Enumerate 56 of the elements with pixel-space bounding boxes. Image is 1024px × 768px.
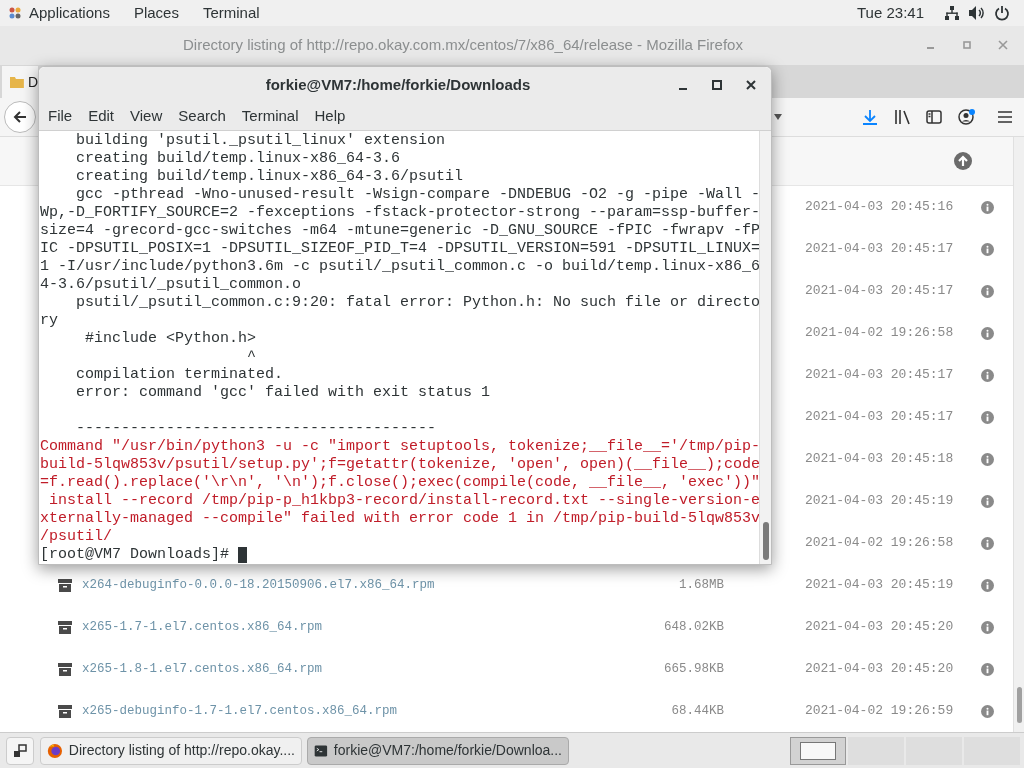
terminal-line: compilation terminated.	[75, 366, 284, 383]
menu-item[interactable]: File	[40, 105, 81, 128]
file-date: 2021-04-02 19:26:58	[805, 324, 955, 343]
file-date: 2021-04-02 19:26:59	[805, 702, 955, 721]
browser-tab[interactable]: D	[2, 66, 38, 99]
file-size: 1.68MB	[679, 576, 724, 594]
menu-item[interactable]: Terminal	[233, 105, 307, 128]
file-date: 2021-04-03 20:45:17	[805, 240, 955, 259]
menu-item[interactable]: Edit	[80, 105, 123, 128]
terminal-line: Wp,-D_FORTIFY_SOURCE=2 -fexceptions -fstack-protector-strong --param=ssp-buffer-	[40, 204, 759, 221]
menu-item[interactable]: Search	[170, 105, 234, 128]
shell-prompt: [root@VM7 Downloads]#	[40, 546, 230, 564]
taskbar-button[interactable]: Directory listing of http://repo.okay....	[40, 736, 302, 765]
window-title: Directory listing of http://repo.okay.com.mx/centos/7/x86_64/release - Mozilla Firefox	[182, 35, 744, 56]
file-date: 2021-04-03 20:45:17	[805, 408, 955, 427]
terminal-line: ----------------------------------------	[75, 420, 437, 437]
terminal-line: xternally-managed --compile" failed with error code 1 in /tmp/pip-build-5lqw853v	[40, 510, 759, 527]
terminal-line: 1 -I/usr/include/python3.6m -c psutil/_psutil_common.c -o build/temp.linux-x86_6	[40, 258, 759, 275]
file-date: 2021-04-02 19:26:58	[805, 534, 955, 553]
top-menu[interactable]: Applications	[29, 1, 110, 25]
terminal-line: ry	[40, 312, 58, 329]
terminal-line: 4-3.6/psutil/_psutil_common.o	[40, 276, 302, 293]
top-menu[interactable]: Places	[133, 1, 179, 25]
terminal-line: /psutil/	[40, 528, 112, 545]
file-date: 2021-04-03 20:45:17	[805, 366, 955, 385]
terminal-line: creating build/temp.linux-x86_64-3.6/psutil	[75, 168, 464, 185]
terminal-line: creating build/temp.linux-x86_64-3.6	[75, 150, 401, 167]
terminal-line: IC -DPSUTIL_POSIX=1 -DPSUTIL_SIZEOF_PID_T=4 -DPSUTIL_VERSION=591 -DPSUTIL_LINUX=	[40, 240, 759, 257]
file-date: 2021-04-03 20:45:20	[805, 618, 955, 637]
terminal-line: install --record /tmp/pip-p_h1kbp3-record/install-record.txt --single-version-e	[48, 492, 759, 509]
window-title: forkie@VM7:/home/forkie/Downloads	[264, 74, 532, 95]
terminal-line: Command "/usr/bin/python3 -u -c "import setuptools, tokenize;__file__='/tmp/pip-	[40, 438, 759, 455]
terminal-line: error: command 'gcc' failed with exit status 1	[75, 384, 491, 401]
clock[interactable]: Tue 23:41	[857, 1, 924, 25]
terminal-line: #include <Python.h>	[84, 330, 257, 347]
file-date: 2021-04-03 20:45:19	[805, 576, 955, 595]
top-menu[interactable]: Terminal	[202, 1, 260, 25]
terminal-line: build-5lqw853v/psutil/setup.py';f=getattr(tokenize, 'open', open)(__file__);code	[40, 456, 759, 473]
terminal-line: psutil/_psutil_common.c:9:20: fatal error: Python.h: No such file or directo	[75, 294, 759, 311]
file-date: 2021-04-03 20:45:19	[805, 492, 955, 511]
file-size: 68.44KB	[671, 702, 724, 720]
terminal-line: gcc -pthread -Wno-unused-result -Wsign-compare -DNDEBUG -O2 -g -pipe -Wall -	[75, 186, 759, 203]
tab-label: D	[27, 72, 38, 92]
terminal-line: building 'psutil._psutil_linux' extension	[75, 132, 446, 149]
menu-item[interactable]: Help	[306, 105, 354, 128]
terminal-line: =f.read().replace('\r\n', '\n');f.close();exec(compile(code, __file__, 'exec'))"	[40, 474, 759, 491]
file-date: 2021-04-03 20:45:20	[805, 660, 955, 679]
taskbar-button[interactable]: forkie@VM7:/home/forkie/Downloa...	[307, 736, 569, 765]
file-size: 648.02KB	[664, 618, 724, 636]
terminal-line: size=4 -grecord-gcc-switches -m64 -mtune=generic -D_GNU_SOURCE -fPIC -fwrapv -fP	[40, 222, 759, 239]
terminal-line: ^	[246, 348, 257, 365]
menu-item[interactable]: View	[122, 105, 171, 128]
file-date: 2021-04-03 20:45:16	[805, 198, 955, 217]
file-date: 2021-04-03 20:45:18	[805, 450, 955, 469]
file-date: 2021-04-03 20:45:17	[805, 282, 955, 301]
file-size: 665.98KB	[664, 660, 724, 678]
